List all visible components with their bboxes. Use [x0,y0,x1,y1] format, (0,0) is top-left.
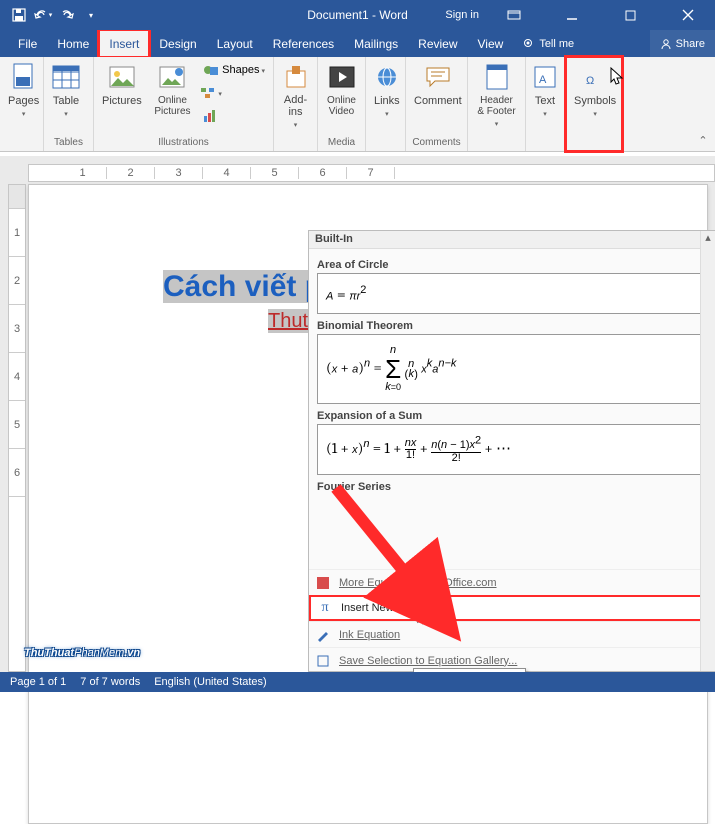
ribbon-display-icon[interactable] [491,0,537,30]
status-bar: Page 1 of 1 7 of 7 words English (United… [0,672,715,692]
office-icon [315,575,331,591]
pi-icon: π [317,600,333,616]
svg-text:Ω: Ω [586,75,594,87]
comment-button[interactable]: Comment [410,59,466,131]
ribbon-tabs: File Home Insert Design Layout Reference… [0,30,715,57]
group-media: Media [322,137,361,151]
table-button[interactable]: Table▾ [48,59,84,131]
tell-me[interactable]: Tell me [513,30,584,57]
qat-customize-icon[interactable]: ▾ [80,4,102,26]
group-tables: Tables [48,137,89,151]
document-heading[interactable]: Cách viết p [163,270,323,303]
shapes-button[interactable]: Shapes▾ [199,59,269,81]
minimize-icon[interactable] [549,0,595,30]
save-gallery-icon [315,653,331,669]
sign-in-link[interactable]: Sign in [445,9,479,21]
svg-text:A: A [539,74,547,86]
group-illustrations: Illustrations [98,137,269,151]
close-icon[interactable] [665,0,711,30]
gallery-item-label: Binomial Theorem [317,320,706,332]
online-pictures-button[interactable]: Online Pictures [150,59,195,131]
undo-icon[interactable]: ▾ [32,4,54,26]
gallery-item-label: Expansion of a Sum [317,410,706,422]
tab-mailings[interactable]: Mailings [344,30,408,57]
window-title: Document1 - Word [307,8,407,22]
ink-icon [315,627,331,643]
gallery-item-expansion[interactable]: (1 + x)n = 1 + nx1! + n(n − 1)x22! + ⋯ [317,424,706,475]
ruler-vertical[interactable]: 123456 [8,184,26,672]
tab-view[interactable]: View [468,30,514,57]
gallery-body[interactable]: Area of Circle A = πr2 Binomial Theorem … [309,249,714,569]
cursor-icon [417,607,431,625]
redo-icon[interactable] [56,4,78,26]
group-comments: Comments [410,137,463,151]
gallery-item-label: Area of Circle [317,259,706,271]
collapse-ribbon-icon[interactable]: ⌃ [693,131,713,149]
title-bar: ▾ ▾ Document1 - Word Sign in [0,0,715,30]
gallery-item-binomial[interactable]: (x + a)n = nΣk=0 (nk) xkan−k [317,334,706,404]
ribbon: Pages▾ Table▾ Tables Pictures Online Pic… [0,57,715,152]
tab-home[interactable]: Home [47,30,99,57]
equation-gallery: Built-In Area of Circle A = πr2 Binomial… [308,230,715,672]
chart-icon[interactable] [199,105,223,127]
pictures-button[interactable]: Pictures [98,59,146,131]
maximize-icon[interactable] [607,0,653,30]
tab-file[interactable]: File [8,30,47,57]
addins-button[interactable]: Add-ins▾ [278,59,313,131]
menu-insert-new-equation[interactable]: π Insert New Equation [309,595,714,621]
save-icon[interactable] [8,4,30,26]
header-footer-button[interactable]: Header & Footer▾ [472,59,521,131]
menu-more-equations[interactable]: More Equations from Office.com▸ [309,569,714,595]
online-video-button[interactable]: Online Video [322,59,361,131]
text-button[interactable]: AText▾ [530,59,560,131]
tab-insert[interactable]: Insert [99,30,149,57]
status-page[interactable]: Page 1 of 1 [10,676,66,688]
status-words[interactable]: 7 of 7 words [80,676,140,688]
tab-references[interactable]: References [263,30,344,57]
pages-button[interactable]: Pages▾ [4,59,43,131]
gallery-item-label: Fourier Series [317,481,706,493]
cursor-icon [610,67,624,85]
status-lang[interactable]: English (United States) [154,676,267,688]
tab-layout[interactable]: Layout [207,30,263,57]
gallery-header: Built-In [309,231,714,249]
smartart-icon[interactable]: ▾ [199,82,223,104]
tab-design[interactable]: Design [149,30,206,57]
watermark: ThuThuatPhanMem.vn [24,636,140,662]
ruler-horizontal[interactable]: 1234567 [28,164,715,182]
menu-ink-equation[interactable]: Ink Equation [309,621,714,647]
tab-review[interactable]: Review [408,30,467,57]
share-button[interactable]: Share [650,30,715,57]
gallery-item-area-of-circle[interactable]: A = πr2 [317,273,706,314]
gallery-scrollbar[interactable]: ▴ [700,231,715,671]
links-button[interactable]: Links▾ [370,59,404,131]
